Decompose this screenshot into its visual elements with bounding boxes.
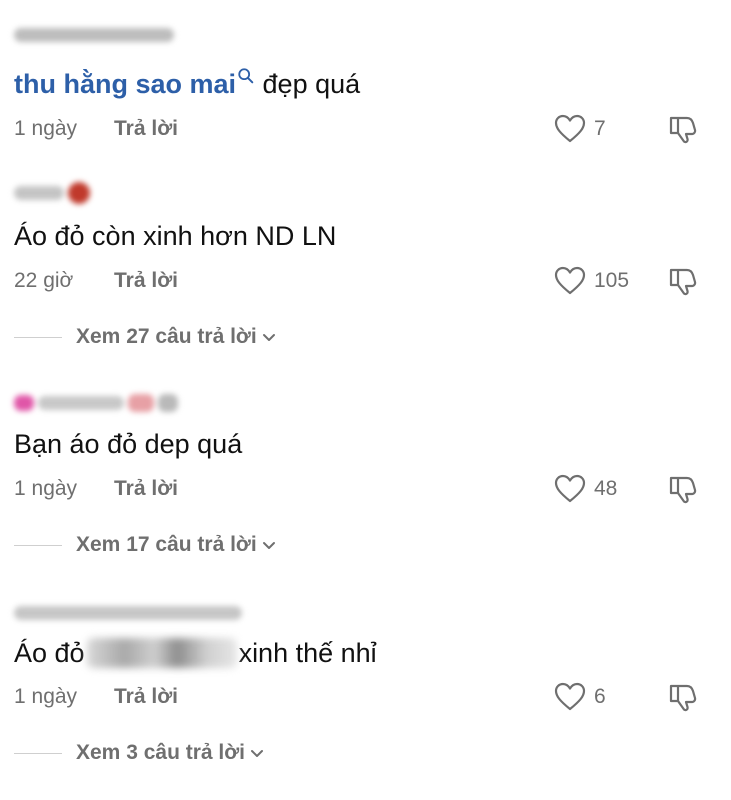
comments-list: thu hằng sao mai đẹp quá 1 ngày Trả lời … bbox=[0, 0, 731, 800]
heart-outline-icon bbox=[554, 266, 586, 295]
divider bbox=[14, 544, 62, 546]
thumbs-down-outline-icon bbox=[669, 268, 697, 296]
comment-text: Áo đỏ xinh thế nhỉ bbox=[14, 634, 377, 672]
comment-meta: 1 ngày Trả lời 48 bbox=[14, 474, 711, 504]
reply-button[interactable]: Trả lời bbox=[114, 117, 178, 141]
view-replies-label: Xem 27 câu trả lời bbox=[76, 325, 257, 348]
username-blurred[interactable] bbox=[14, 182, 90, 204]
chevron-down-icon bbox=[251, 750, 264, 757]
comment-body: đẹp quá bbox=[255, 68, 361, 99]
heart-outline-icon bbox=[554, 114, 586, 143]
like-button[interactable]: 6 bbox=[554, 682, 606, 712]
reply-button[interactable]: Trả lời bbox=[114, 269, 178, 293]
view-replies-button[interactable]: Xem 27 câu trả lời bbox=[14, 322, 277, 352]
comment-meta: 22 giờ Trả lời 105 bbox=[14, 266, 711, 296]
heart-outline-icon bbox=[554, 474, 586, 503]
comment-time: 22 giờ bbox=[14, 269, 74, 292]
mention-link[interactable]: thu hằng sao mai bbox=[14, 67, 255, 100]
username-blurred[interactable] bbox=[14, 392, 178, 414]
reply-button[interactable]: Trả lời bbox=[114, 685, 178, 709]
like-count: 7 bbox=[594, 117, 606, 140]
comment-body: Bạn áo đỏ dep quá bbox=[14, 428, 243, 459]
comment-meta: 1 ngày Trả lời 6 bbox=[14, 682, 711, 712]
heart-outline-icon bbox=[554, 682, 586, 711]
dislike-button[interactable] bbox=[666, 682, 700, 712]
divider bbox=[14, 336, 62, 338]
like-count: 105 bbox=[594, 269, 630, 292]
like-count: 6 bbox=[594, 685, 606, 708]
username-blurred[interactable] bbox=[14, 24, 174, 46]
chevron-down-icon bbox=[262, 542, 275, 549]
thumbs-down-outline-icon bbox=[669, 684, 697, 712]
like-count: 48 bbox=[594, 477, 618, 500]
dislike-button[interactable] bbox=[666, 266, 700, 296]
view-replies-label: Xem 17 câu trả lời bbox=[76, 533, 257, 556]
view-replies-button[interactable]: Xem 3 câu trả lời bbox=[14, 738, 265, 768]
comment-body-end: xinh thế nhỉ bbox=[238, 637, 377, 668]
comment-text: thu hằng sao mai đẹp quá bbox=[14, 66, 360, 102]
comment-body: Áo đỏ còn xinh hơn ND LN bbox=[14, 220, 337, 251]
like-button[interactable]: 105 bbox=[554, 266, 629, 296]
view-replies-label: Xem 3 câu trả lời bbox=[76, 741, 246, 764]
username-blurred[interactable] bbox=[14, 602, 242, 624]
divider bbox=[14, 752, 62, 754]
comment-text: Bạn áo đỏ dep quá bbox=[14, 426, 242, 462]
comment-item: thu hằng sao mai đẹp quá 1 ngày Trả lời … bbox=[14, 24, 711, 154]
comment-time: 1 ngày bbox=[14, 685, 78, 708]
reply-button[interactable]: Trả lời bbox=[114, 477, 178, 501]
comment-text: Áo đỏ còn xinh hơn ND LN bbox=[14, 218, 336, 254]
thumbs-down-outline-icon bbox=[669, 116, 697, 144]
thumbs-down-outline-icon bbox=[669, 476, 697, 504]
search-icon bbox=[238, 67, 254, 83]
comment-time: 1 ngày bbox=[14, 477, 78, 500]
dislike-button[interactable] bbox=[666, 114, 700, 144]
like-button[interactable]: 7 bbox=[554, 114, 606, 144]
comment-body-start: Áo đỏ bbox=[14, 637, 85, 668]
comment-item: Áo đỏ còn xinh hơn ND LN 22 giờ Trả lời … bbox=[14, 182, 711, 362]
like-button[interactable]: 48 bbox=[554, 474, 617, 504]
dislike-button[interactable] bbox=[666, 474, 700, 504]
redacted-mention bbox=[86, 638, 237, 668]
chevron-down-icon bbox=[262, 334, 275, 341]
comment-item: Bạn áo đỏ dep quá 1 ngày Trả lời 48 Xem … bbox=[14, 392, 711, 572]
comment-meta: 1 ngày Trả lời 7 bbox=[14, 114, 711, 144]
comment-time: 1 ngày bbox=[14, 117, 78, 140]
comment-item: Áo đỏ xinh thế nhỉ 1 ngày Trả lời 6 Xem … bbox=[14, 602, 711, 782]
view-replies-button[interactable]: Xem 17 câu trả lời bbox=[14, 530, 277, 560]
